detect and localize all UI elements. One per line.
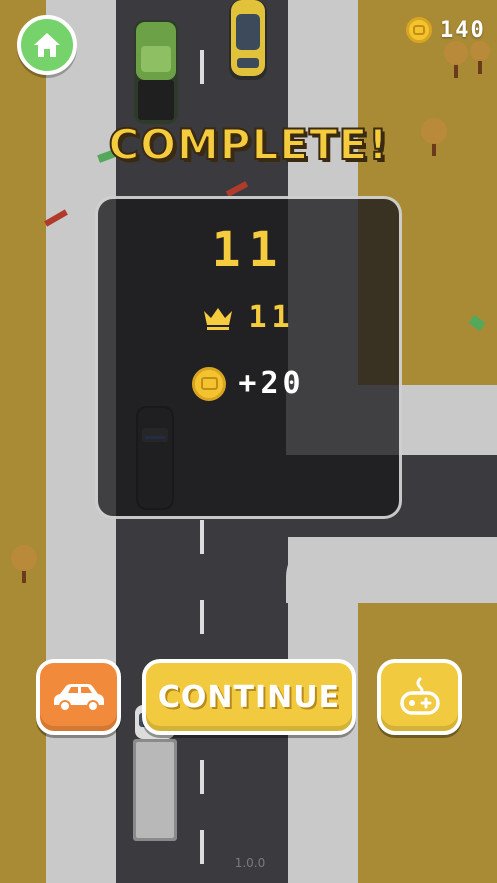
lane-dash — [200, 760, 204, 794]
tree-icon — [444, 41, 490, 78]
more-games-button[interactable] — [377, 659, 462, 735]
lane-dash — [200, 520, 204, 554]
green-pickup-truck — [134, 20, 178, 124]
gamepad-icon — [399, 677, 440, 715]
corner-grass — [358, 603, 497, 883]
yellow-car — [229, 0, 267, 80]
version-label: 1.0.0 — [234, 856, 266, 870]
car-icon — [53, 684, 104, 712]
cross-sidewalk-lower — [286, 537, 497, 603]
lane-dash — [200, 600, 204, 634]
best-score: 11 — [248, 300, 295, 335]
level-score: 11 — [211, 222, 286, 278]
complete-title: COMPLETE! — [107, 119, 389, 170]
best-score-row: 11 — [95, 300, 402, 335]
lane-dash — [200, 50, 204, 84]
coin-icon — [406, 17, 432, 43]
tree-icon — [11, 545, 37, 583]
coin-reward: +20 — [238, 366, 305, 401]
continue-label: CONTINUE — [157, 679, 341, 715]
home-icon — [34, 33, 60, 57]
continue-button[interactable]: CONTINUE — [142, 659, 356, 735]
coin-icon — [192, 366, 227, 401]
coin-reward-row: +20 — [95, 366, 402, 401]
crown-icon — [204, 307, 233, 330]
coin-total: 140 — [440, 18, 486, 43]
garage-button[interactable] — [36, 659, 121, 735]
home-button[interactable] — [17, 15, 77, 75]
